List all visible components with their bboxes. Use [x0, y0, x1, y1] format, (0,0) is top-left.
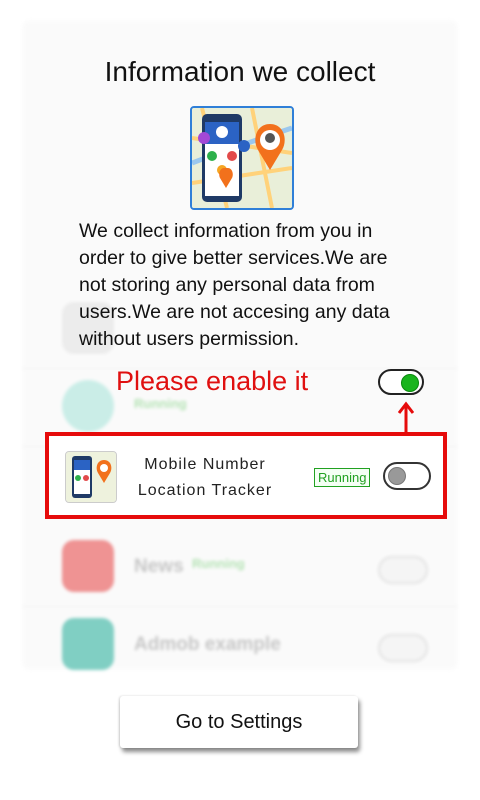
- toggle-knob: [388, 467, 406, 485]
- news-app-icon: [62, 540, 114, 592]
- tracker-enable-toggle[interactable]: [383, 462, 431, 490]
- example-enabled-toggle: [378, 369, 424, 395]
- app-illustration-icon: [190, 106, 294, 210]
- background-toggle: [378, 634, 428, 662]
- tracker-app-icon: [65, 451, 117, 503]
- running-status-badge: Running: [314, 468, 371, 487]
- background-toggle: [378, 556, 428, 584]
- background-list-item: News Running: [22, 528, 458, 607]
- background-app-status: Running: [192, 556, 245, 571]
- go-to-settings-button[interactable]: Go to Settings: [120, 696, 358, 748]
- background-app-name: News: [134, 556, 184, 577]
- background-app-icon: [62, 380, 114, 432]
- tracker-app-name: Mobile Number Location Tracker: [135, 452, 275, 504]
- toggle-knob: [401, 374, 419, 392]
- enable-hint-text: Please enable it: [116, 366, 309, 396]
- background-app-name: Admob example: [134, 634, 281, 655]
- app-name-line1: Mobile Number: [144, 456, 266, 473]
- background-list-item: Admob example: [22, 606, 458, 684]
- background-app-status: Running: [134, 396, 187, 411]
- privacy-description: We collect information from you in order…: [79, 220, 390, 350]
- admob-app-icon: [62, 618, 114, 670]
- app-name-line2: Location Tracker: [137, 482, 273, 499]
- highlighted-app-row[interactable]: Mobile Number Location Tracker Running: [45, 432, 447, 519]
- dialog-title: Information we collect: [104, 56, 376, 87]
